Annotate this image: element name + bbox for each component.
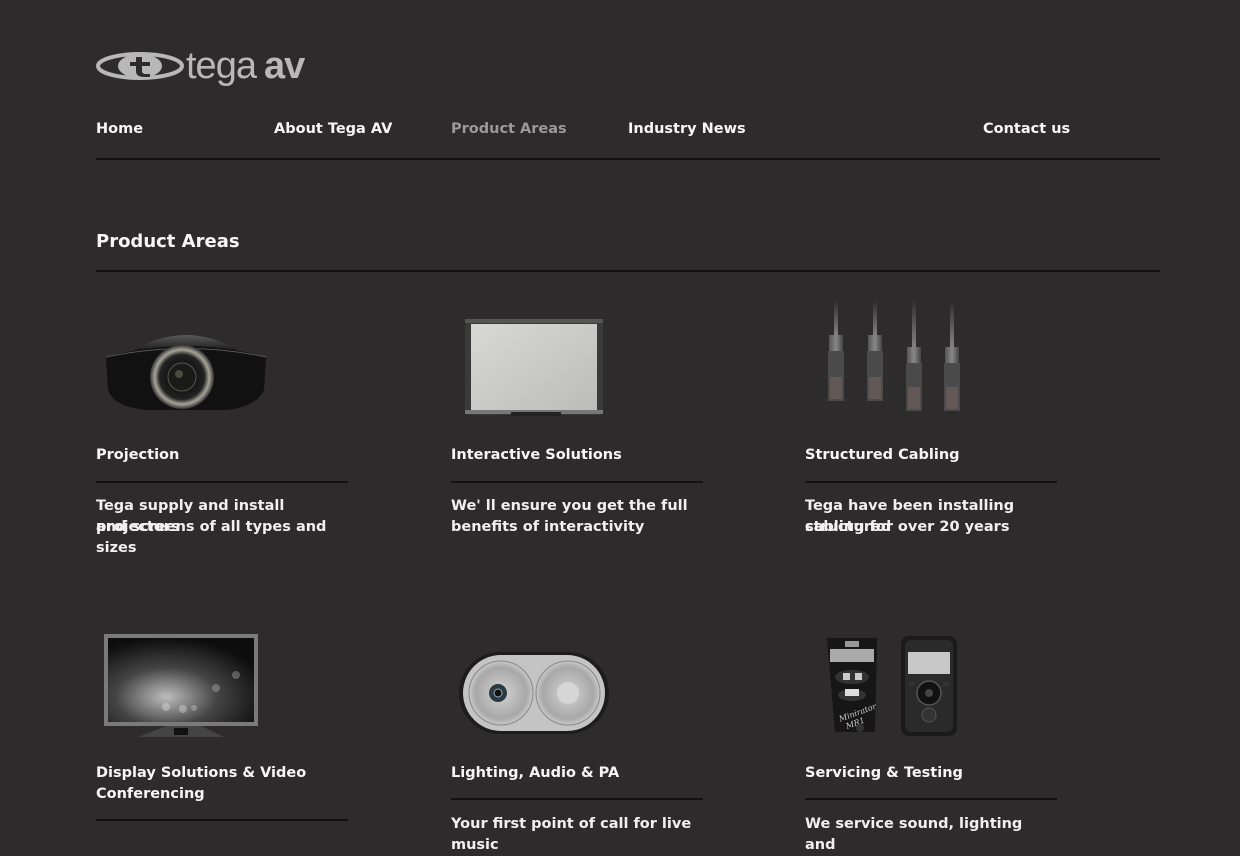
display-monitor-image[interactable] [96, 620, 276, 750]
product-name-line2[interactable]: Conferencing [96, 784, 205, 805]
product-divider [451, 798, 703, 800]
product-description-line: cabling for over 20 years [805, 519, 1010, 535]
nav-contact[interactable]: Contact us [983, 121, 1070, 137]
product-description-line: We' ll ensure you get the full [451, 498, 688, 514]
title-divider [96, 270, 1160, 272]
projector-image[interactable] [96, 295, 276, 425]
logo[interactable]: tega av [96, 45, 305, 87]
product-name[interactable]: Display Solutions & Video [96, 763, 306, 784]
product-divider [96, 819, 348, 821]
nav-product-areas[interactable]: Product Areas [451, 121, 567, 137]
page-title: Product Areas [96, 231, 240, 252]
network-cables-image[interactable] [805, 295, 985, 425]
main-nav: Home About Tega AV Product Areas Industr… [96, 121, 1160, 160]
product-name[interactable]: Interactive Solutions [451, 445, 622, 466]
test-meters-image[interactable]: Minirator MR1 [805, 620, 985, 750]
logo-word-bold: av [263, 45, 305, 87]
product-name[interactable]: Servicing & Testing [805, 763, 963, 784]
logo-wordmark: tega av [186, 45, 305, 87]
logo-word: tega [186, 45, 257, 87]
nav-home[interactable]: Home [96, 121, 143, 137]
product-divider [96, 481, 348, 483]
product-description-line: We service sound, lighting and [805, 816, 1023, 853]
product-name[interactable]: Lighting, Audio & PA [451, 763, 619, 784]
product-description-line: and screens of all types and sizes [96, 519, 327, 556]
nav-about[interactable]: About Tega AV [274, 121, 392, 137]
product-divider [805, 481, 1057, 483]
product-name[interactable]: Projection [96, 445, 179, 466]
tega-logo-mark-icon [96, 52, 184, 80]
product-description-line: Your first point of call for live music [451, 816, 692, 853]
product-divider [805, 798, 1057, 800]
product-divider [451, 481, 703, 483]
product-name[interactable]: Structured Cabling [805, 445, 960, 466]
interactive-whiteboard-image[interactable] [451, 295, 631, 425]
nav-industry-news[interactable]: Industry News [628, 121, 746, 137]
speaker-image[interactable] [451, 620, 631, 750]
product-description-line: benefits of interactivity [451, 519, 645, 535]
